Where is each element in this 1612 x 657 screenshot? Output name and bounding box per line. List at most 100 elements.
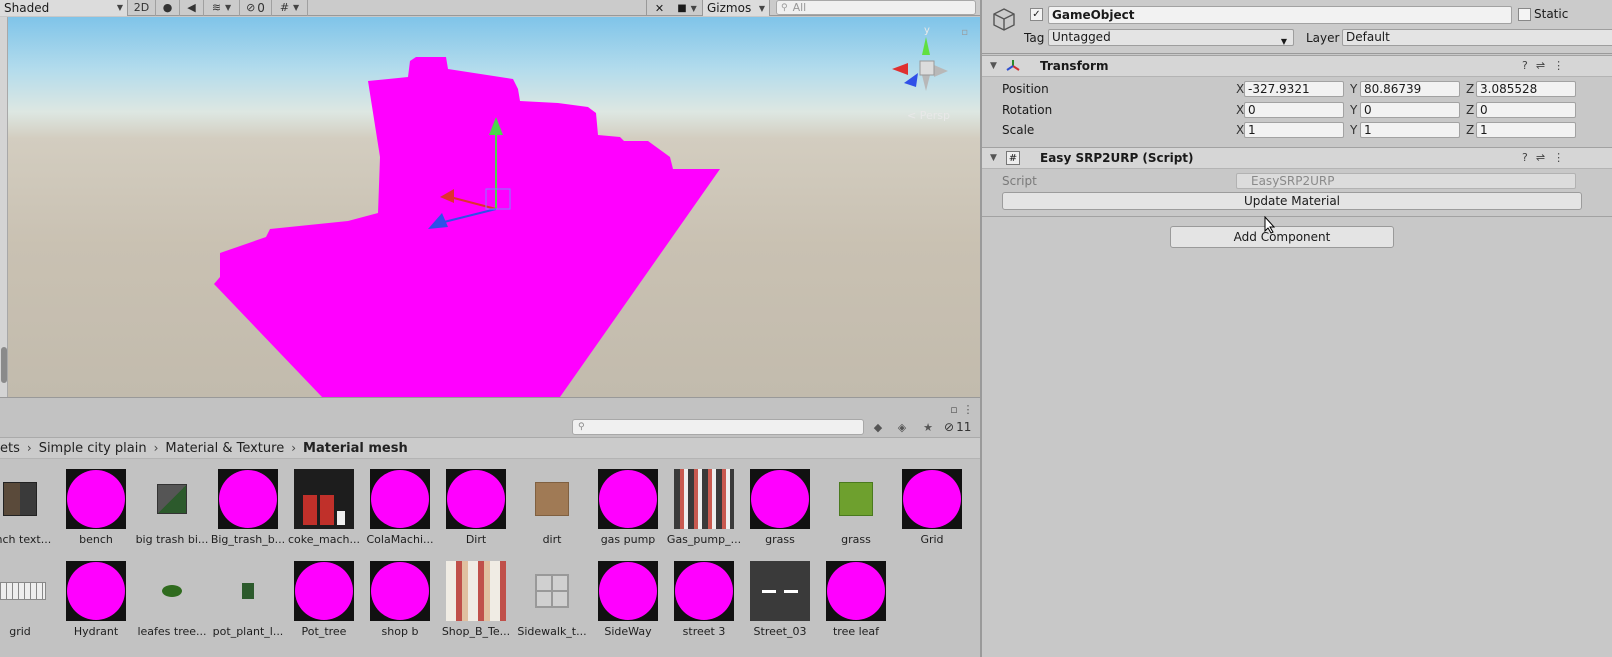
asset-label[interactable]: dirt: [514, 533, 590, 546]
scene-viewport[interactable]: y < Persp ▫: [8, 17, 980, 397]
asset-label[interactable]: big trash bi...: [134, 533, 210, 546]
favorite-star-icon[interactable]: ★: [918, 419, 938, 435]
asset-label[interactable]: street 3: [666, 625, 742, 638]
position-y-field[interactable]: 80.86739: [1360, 81, 1460, 97]
help-icon[interactable]: ?: [1522, 151, 1528, 164]
asset-thumbnail[interactable]: [750, 469, 810, 529]
asset-thumbnail[interactable]: [142, 469, 202, 529]
asset-item[interactable]: Dirt: [438, 465, 514, 553]
asset-item[interactable]: grid: [0, 557, 58, 645]
asset-thumbnail[interactable]: [522, 469, 582, 529]
update-material-button[interactable]: Update Material: [1002, 192, 1582, 210]
asset-label[interactable]: pot_plant_l...: [210, 625, 286, 638]
asset-item[interactable]: Grid: [894, 465, 970, 553]
asset-thumbnail[interactable]: [294, 561, 354, 621]
camera-settings-dropdown[interactable]: ■ ▼: [672, 0, 702, 16]
asset-item[interactable]: ColaMachi...: [362, 465, 438, 553]
asset-thumbnail[interactable]: [750, 561, 810, 621]
scale-z-field[interactable]: 1: [1476, 122, 1576, 138]
asset-item[interactable]: dirt: [514, 465, 590, 553]
foldout-arrow-icon[interactable]: ▼: [990, 61, 997, 71]
position-label[interactable]: Position: [1002, 82, 1049, 96]
static-checkbox[interactable]: [1518, 8, 1531, 21]
scale-x-field[interactable]: 1: [1244, 122, 1344, 138]
asset-label[interactable]: bench: [58, 533, 134, 546]
asset-label[interactable]: Sidewalk_t...: [514, 625, 590, 638]
add-component-button[interactable]: Add Component: [1170, 226, 1394, 248]
active-checkbox[interactable]: ✓: [1030, 8, 1043, 21]
2d-mode-toggle[interactable]: 2D: [128, 0, 156, 16]
tag-dropdown[interactable]: Untagged ▼: [1048, 29, 1294, 46]
gizmo-neg-y-cone[interactable]: [922, 75, 930, 91]
asset-item[interactable]: Hydrant: [58, 557, 134, 645]
axis-z-label[interactable]: Z: [1466, 123, 1474, 137]
asset-label[interactable]: Big_trash_b...: [210, 533, 286, 546]
asset-item[interactable]: leafes tree...: [134, 557, 210, 645]
asset-item[interactable]: bench: [58, 465, 134, 553]
asset-label[interactable]: leafes tree...: [134, 625, 210, 638]
asset-thumbnail[interactable]: [826, 561, 886, 621]
asset-thumbnail[interactable]: [446, 469, 506, 529]
lock-icon[interactable]: ▫: [961, 27, 968, 38]
breadcrumb-item[interactable]: Material & Texture: [165, 441, 284, 456]
asset-item[interactable]: shop b: [362, 557, 438, 645]
axis-x-label[interactable]: X: [1236, 103, 1244, 117]
breadcrumb-current[interactable]: Material mesh: [303, 441, 408, 456]
asset-label[interactable]: grid: [0, 625, 58, 638]
asset-label[interactable]: ench text...: [0, 533, 58, 546]
layer-dropdown[interactable]: Default: [1342, 29, 1612, 46]
presets-icon[interactable]: ⇌: [1536, 151, 1545, 164]
axis-y-label[interactable]: Y: [1350, 103, 1357, 117]
asset-label[interactable]: gas pump: [590, 533, 666, 546]
asset-item[interactable]: Street_03: [742, 557, 818, 645]
asset-item[interactable]: SideWay: [590, 557, 666, 645]
asset-thumbnail[interactable]: [218, 561, 278, 621]
asset-item[interactable]: big trash bi...: [134, 465, 210, 553]
gizmo-y-cone[interactable]: [922, 37, 930, 55]
asset-thumbnail[interactable]: [598, 469, 658, 529]
asset-item[interactable]: grass: [742, 465, 818, 553]
magenta-mesh[interactable]: [214, 57, 720, 397]
breadcrumb-item[interactable]: Simple city plain: [39, 441, 147, 456]
foldout-arrow-icon[interactable]: ▼: [990, 153, 997, 163]
asset-thumbnail[interactable]: [674, 561, 734, 621]
more-options-icon[interactable]: ⋮: [958, 401, 978, 417]
asset-label[interactable]: Shop_B_Te...: [438, 625, 514, 638]
scale-label[interactable]: Scale: [1002, 123, 1034, 137]
asset-item[interactable]: Big_trash_b...: [210, 465, 286, 553]
audio-toggle[interactable]: ◀: [180, 0, 204, 16]
asset-item[interactable]: Pot_tree: [286, 557, 362, 645]
presets-icon[interactable]: ⇌: [1536, 59, 1545, 72]
asset-label[interactable]: shop b: [362, 625, 438, 638]
rotation-y-field[interactable]: 0: [1360, 102, 1460, 118]
asset-item[interactable]: Sidewalk_t...: [514, 557, 590, 645]
project-search-input[interactable]: ⚲: [572, 419, 864, 435]
axis-z-label[interactable]: Z: [1466, 82, 1474, 96]
asset-label[interactable]: Grid: [894, 533, 970, 546]
asset-thumbnail[interactable]: [0, 561, 50, 621]
asset-item[interactable]: Gas_pump_...: [666, 465, 742, 553]
gameobject-name-input[interactable]: GameObject: [1048, 6, 1512, 24]
asset-thumbnail[interactable]: [294, 469, 354, 529]
hidden-packages-toggle[interactable]: ⊘ 11: [944, 419, 971, 435]
rotation-x-field[interactable]: 0: [1244, 102, 1344, 118]
asset-thumbnail[interactable]: [142, 561, 202, 621]
grid-dropdown[interactable]: # ▼: [272, 0, 308, 16]
scene-left-scrollbar[interactable]: [0, 17, 8, 397]
projection-label[interactable]: < Persp: [907, 109, 950, 122]
asset-thumbnail[interactable]: [902, 469, 962, 529]
transform-component-header[interactable]: ▼ Transform ? ⇌ ⋮: [982, 55, 1612, 77]
shading-mode-dropdown[interactable]: Shaded ▼: [0, 0, 128, 16]
asset-thumbnail[interactable]: [0, 469, 50, 529]
asset-thumbnail[interactable]: [218, 469, 278, 529]
lighting-toggle[interactable]: ●: [156, 0, 180, 16]
asset-thumbnail[interactable]: [66, 469, 126, 529]
axis-y-label[interactable]: Y: [1350, 123, 1357, 137]
asset-label[interactable]: Pot_tree: [286, 625, 362, 638]
axis-x-label[interactable]: X: [1236, 123, 1244, 137]
scale-y-field[interactable]: 1: [1360, 122, 1460, 138]
position-z-field[interactable]: 3.085528: [1476, 81, 1576, 97]
asset-thumbnail[interactable]: [598, 561, 658, 621]
breadcrumb-item[interactable]: ets: [0, 441, 20, 456]
position-x-field[interactable]: -327.9321: [1244, 81, 1344, 97]
